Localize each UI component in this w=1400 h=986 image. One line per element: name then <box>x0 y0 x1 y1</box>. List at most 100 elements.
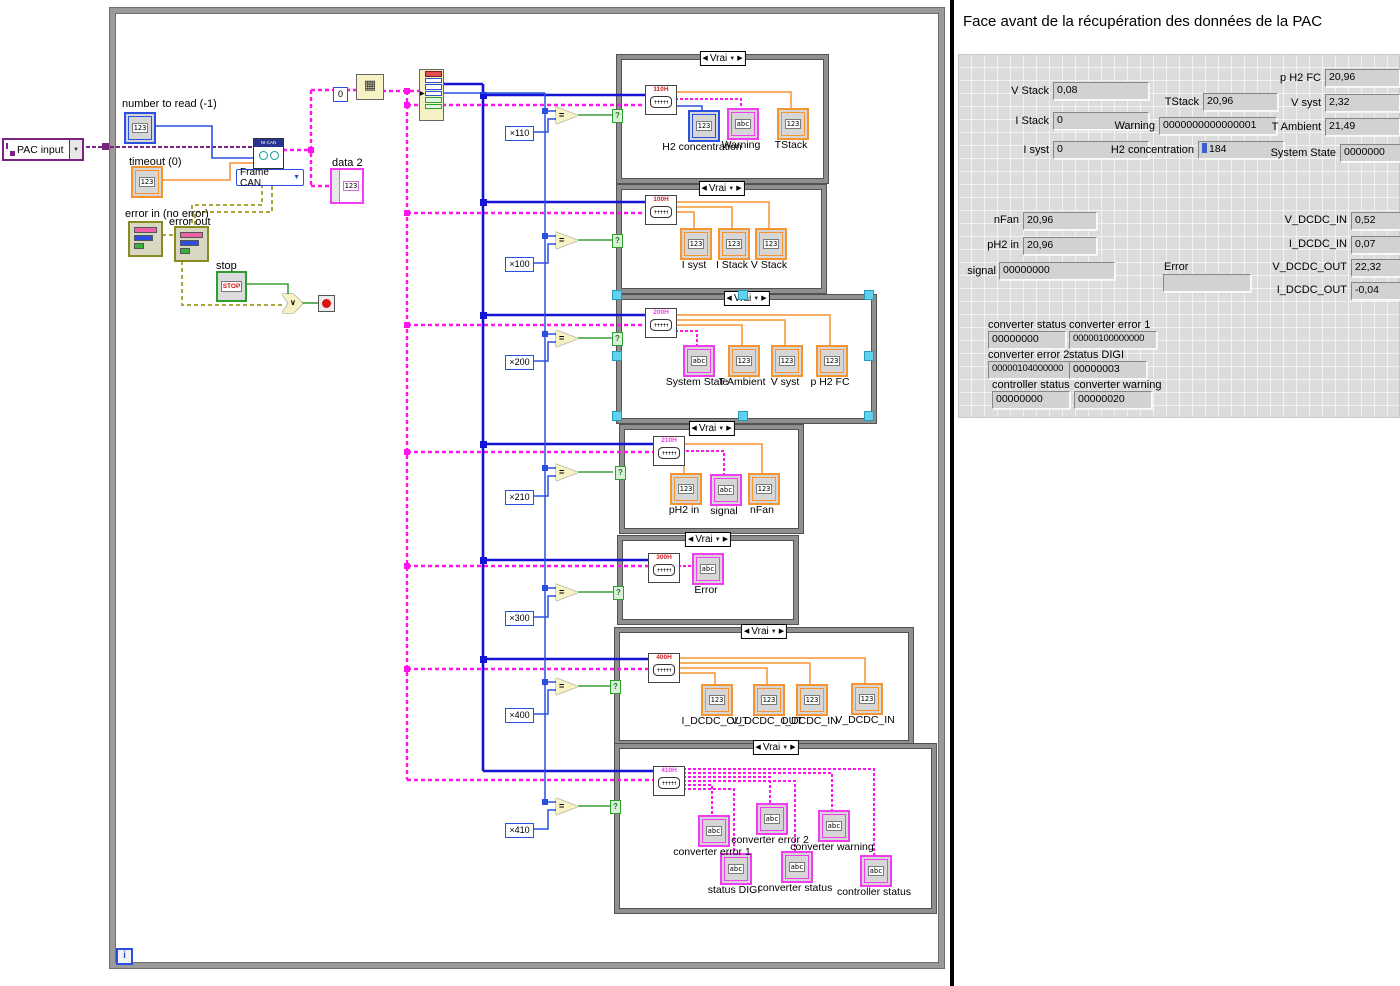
p-h2-fc-indicator[interactable]: 20,96 <box>1325 69 1400 87</box>
indicator-terminal[interactable]: 123 <box>670 473 702 505</box>
indicator-terminal[interactable]: 123 <box>851 683 883 715</box>
equal-function[interactable]: = <box>556 232 578 249</box>
indicator-terminal[interactable]: abc <box>860 855 892 887</box>
indicator-terminal[interactable]: 123 <box>816 345 848 377</box>
timeout-control[interactable]: 123 <box>131 166 163 198</box>
case-next-icon[interactable]: ▶ <box>736 183 741 195</box>
converter-error1-indicator[interactable]: 00000100000000 <box>1069 331 1157 349</box>
chevron-down-icon[interactable]: ▼ <box>69 140 82 159</box>
can-frame-vi-100h[interactable]: 100H <box>645 195 677 225</box>
hex-constant[interactable]: ×410 <box>505 823 534 838</box>
indicator-terminal[interactable]: 123 <box>771 345 803 377</box>
error-in-cluster[interactable] <box>128 221 163 257</box>
indicator-terminal[interactable]: abc <box>692 553 724 585</box>
i-dcdc-in-indicator[interactable]: 0,07 <box>1351 236 1400 254</box>
t-ambient-indicator[interactable]: 21,49 <box>1325 118 1400 136</box>
selection-handle[interactable] <box>738 290 748 300</box>
v-dcdc-out-indicator[interactable]: 22,32 <box>1351 259 1400 277</box>
hex-constant[interactable]: ×400 <box>505 708 534 723</box>
case-next-icon[interactable]: ▶ <box>726 423 731 435</box>
case-prev-icon[interactable]: ◀ <box>702 53 707 65</box>
equal-function[interactable]: = <box>556 107 578 124</box>
case-next-icon[interactable]: ▶ <box>737 53 742 65</box>
indicator-terminal[interactable]: abc <box>781 851 813 883</box>
selection-handle[interactable] <box>864 351 874 361</box>
system-state-indicator[interactable]: 0000000 <box>1340 144 1400 162</box>
can-frame-vi-210h[interactable]: 210H <box>653 436 685 466</box>
equal-function[interactable]: = <box>556 584 578 601</box>
equal-function[interactable]: = <box>556 798 578 815</box>
status-digi-indicator[interactable]: 00000003 <box>1069 361 1147 379</box>
data2-array-indicator[interactable]: 123 <box>330 168 364 204</box>
indicator-terminal[interactable]: 123 <box>796 684 828 716</box>
selection-handle[interactable] <box>612 411 622 421</box>
selection-handle[interactable] <box>738 411 748 421</box>
indicator-terminal[interactable]: 123 <box>755 228 787 260</box>
or-function[interactable]: ∨ <box>282 294 303 313</box>
hex-constant[interactable]: ×300 <box>505 611 534 626</box>
signal-indicator[interactable]: 00000000 <box>999 262 1115 280</box>
i-dcdc-out-indicator[interactable]: -0,04 <box>1351 282 1400 300</box>
case-prev-icon[interactable]: ◀ <box>744 626 749 638</box>
can-frame-vi-410h[interactable]: 410H <box>653 766 685 796</box>
can-frame-vi-400h[interactable]: 400H <box>648 653 680 683</box>
indicator-terminal[interactable]: 123 <box>748 473 780 505</box>
v-dcdc-in-indicator[interactable]: 0,52 <box>1351 212 1400 230</box>
selection-handle[interactable] <box>864 411 874 421</box>
case-prev-icon[interactable]: ◀ <box>688 534 693 546</box>
indicator-terminal[interactable]: 123 <box>688 110 720 142</box>
case-next-icon[interactable]: ▶ <box>779 626 784 638</box>
case-selector[interactable]: ◀Vrai▼▶ <box>752 740 798 755</box>
selection-handle[interactable] <box>864 290 874 300</box>
indicator-terminal[interactable]: 123 <box>728 345 760 377</box>
equal-function[interactable]: = <box>556 678 578 695</box>
can-frame-vi-110h[interactable]: 110H <box>645 85 677 115</box>
converter-error2-indicator[interactable]: 00000104000000 <box>988 361 1076 379</box>
error-out-cluster[interactable] <box>174 226 209 262</box>
ph2-in-indicator[interactable]: 20,96 <box>1023 237 1097 255</box>
loop-condition-terminal[interactable] <box>318 295 335 312</box>
number-to-read-control[interactable]: 123 <box>124 112 156 144</box>
indicator-terminal[interactable]: 123 <box>701 684 733 716</box>
case-selector[interactable]: ◀Vrai▼▶ <box>698 181 744 196</box>
indicator-terminal[interactable]: 123 <box>753 684 785 716</box>
case-prev-icon[interactable]: ◀ <box>701 183 706 195</box>
indicator-terminal[interactable]: abc <box>683 345 715 377</box>
case-selector[interactable]: ◀Vrai▼▶ <box>685 532 731 547</box>
case-selector[interactable]: ◀Vrai▼▶ <box>699 51 745 66</box>
zero-constant[interactable]: 0 <box>333 87 348 102</box>
v-syst-indicator[interactable]: 2,32 <box>1325 94 1400 112</box>
increment-icon[interactable] <box>1202 143 1207 153</box>
indicator-terminal[interactable]: 123 <box>718 228 750 260</box>
ni-can-read-vi[interactable]: NI-CAN <box>253 138 284 169</box>
nfan-indicator[interactable]: 20,96 <box>1023 212 1097 230</box>
indicator-terminal[interactable]: 123 <box>680 228 712 260</box>
hex-constant[interactable]: ×200 <box>505 355 534 370</box>
converter-warning-indicator[interactable]: 00000020 <box>1074 391 1152 409</box>
equal-function[interactable]: = <box>556 330 578 347</box>
case-prev-icon[interactable]: ◀ <box>691 423 696 435</box>
converter-status-indicator[interactable]: 00000000 <box>988 331 1066 349</box>
can-frame-vi-300h[interactable]: 300H <box>648 553 680 583</box>
case-next-icon[interactable]: ▶ <box>790 742 795 754</box>
unbundle-by-name-function[interactable]: ▶ <box>419 69 444 121</box>
stop-button-terminal[interactable]: STOP <box>216 271 247 302</box>
selection-handle[interactable] <box>612 351 622 361</box>
indicator-terminal[interactable]: abc <box>727 108 759 140</box>
frame-can-selector[interactable]: Frame CAN ▼ <box>236 169 304 186</box>
case-prev-icon[interactable]: ◀ <box>726 293 731 305</box>
selection-handle[interactable] <box>612 290 622 300</box>
hex-constant[interactable]: ×210 <box>505 490 534 505</box>
controller-status-indicator[interactable]: 00000000 <box>992 391 1070 409</box>
indicator-terminal[interactable]: abc <box>756 803 788 835</box>
can-frame-vi-200h[interactable]: 200H <box>645 308 677 338</box>
hex-constant[interactable]: ×100 <box>505 257 534 272</box>
indicator-terminal[interactable]: abc <box>818 810 850 842</box>
indicator-terminal[interactable]: 123 <box>777 108 809 140</box>
index-array-function[interactable]: ▦ <box>356 74 384 100</box>
case-next-icon[interactable]: ▶ <box>761 293 766 305</box>
case-selector[interactable]: ◀Vrai▼▶ <box>741 624 787 639</box>
equal-function[interactable]: = <box>556 464 578 481</box>
case-prev-icon[interactable]: ◀ <box>755 742 760 754</box>
case-next-icon[interactable]: ▶ <box>723 534 728 546</box>
